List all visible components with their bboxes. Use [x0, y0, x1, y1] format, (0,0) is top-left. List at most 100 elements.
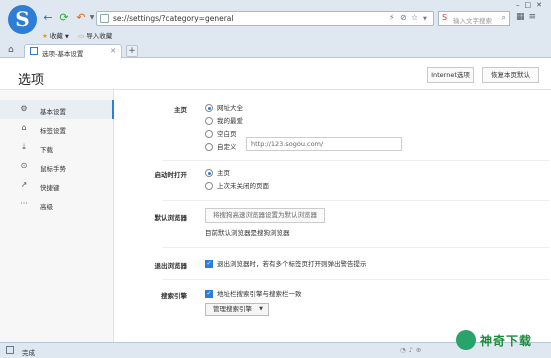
tab-settings[interactable]: 选项-基本设置 ✕ [24, 44, 122, 58]
block-icon[interactable]: ⊘ [400, 13, 407, 22]
tab-icon: ⌂ [21, 123, 27, 132]
shortcut-icon: ↗ [20, 180, 28, 189]
gear-icon: ⚙ [20, 104, 28, 113]
toolbar-icons: ▦≡ [516, 12, 540, 22]
chevron-down-icon: ▼ [64, 34, 69, 40]
tab-label: 选项-基本设置 [42, 50, 84, 58]
dropdown-label: 管理搜索引擎 [213, 305, 252, 313]
search-icon[interactable]: ⌕ [502, 13, 506, 23]
more-icon: ··· [20, 199, 28, 208]
checkbox[interactable]: ✓ [205, 260, 213, 268]
import-favorites-link[interactable]: ▭ 导入收藏 [78, 30, 112, 40]
option-label: 自定义 [217, 143, 237, 151]
option-label: 主页 [217, 169, 230, 177]
search-engine-icon[interactable]: S [442, 13, 447, 22]
tab-bar: ⌂ 选项-基本设置 ✕ + [0, 44, 551, 58]
page-title: 选项 [18, 73, 45, 88]
radio-button[interactable] [205, 169, 213, 177]
import-favorites-label: 导入收藏 [86, 32, 113, 40]
sidebar-item-advanced[interactable]: ··· 高级 [0, 195, 114, 214]
favorites-link[interactable]: ★ 收藏 ▼ [42, 30, 69, 40]
checkbox[interactable]: ✓ [205, 290, 213, 298]
divider [163, 247, 549, 248]
sidebar-item-label: 基本设置 [40, 108, 66, 116]
menu-icon[interactable]: ≡ [529, 12, 541, 22]
chevron-down-icon: ▼ [259, 306, 263, 312]
close-icon[interactable]: ✕ [110, 47, 116, 55]
watermark: 神奇下载 [456, 328, 548, 354]
close-icon[interactable]: ✕ [536, 1, 547, 9]
address-url[interactable]: se://settings/?category=general [113, 14, 233, 23]
custom-homepage-input[interactable]: http://123.sogou.com/ [246, 137, 402, 151]
watermark-logo [456, 330, 476, 350]
search-input[interactable]: 输入文字搜索 [453, 15, 492, 25]
address-dropdown-icon[interactable]: ▼ [423, 16, 427, 22]
default-browser-label: 默认浏览器 [154, 214, 188, 222]
sidebar-item-mouse-gestures[interactable]: ⊙ 鼠标手势 [0, 157, 114, 176]
internet-options-button[interactable]: Internet选项 [427, 67, 474, 83]
divider [163, 160, 549, 161]
option-label: 空白页 [217, 130, 237, 138]
favorites-label: 收藏 [49, 32, 63, 40]
page-icon [100, 14, 109, 23]
sidebar-item-label: 鼠标手势 [40, 165, 66, 173]
set-default-browser-button[interactable]: 将搜狗高速浏览器设置为默认浏览器 [205, 208, 325, 223]
zoom-icon[interactable]: ⊕ [416, 346, 424, 354]
sidebar-item-label: 标签设置 [40, 127, 66, 135]
star-icon[interactable]: ☆ [411, 13, 418, 22]
option-label: 上次未关闭的页面 [217, 182, 269, 190]
option-label: 退出浏览器时，若有多个标签页打开则弹出警告提示 [217, 260, 367, 268]
radio-button[interactable] [205, 117, 213, 125]
radio-button[interactable] [205, 104, 213, 112]
homepage-label: 主页 [174, 106, 187, 114]
settings-content: 主页 网址大全 我的最爱 空白页 自定义 http://123.sogou.co… [115, 90, 551, 342]
sidebar-item-shortcuts[interactable]: ↗ 快捷键 [0, 176, 114, 195]
sidebar-item-basic[interactable]: ⚙ 基本设置 [0, 100, 114, 119]
grid-icon[interactable]: ▦ [516, 12, 529, 22]
sidebar-item-label: 下载 [40, 146, 53, 154]
default-browser-status: 目前默认浏览器是搜狗浏览器 [205, 229, 290, 237]
watermark-text: 神奇下载 [480, 334, 533, 348]
startup-label: 启动时打开 [154, 171, 188, 179]
settings-page-icon [30, 47, 38, 55]
sound-icon[interactable]: ♪ [409, 346, 416, 354]
sidebar-item-tabs[interactable]: ⌂ 标签设置 [0, 119, 114, 138]
back-arrow-icon[interactable]: ← [42, 12, 54, 24]
radio-button[interactable] [205, 182, 213, 190]
download-icon: ⤓ [22, 142, 26, 151]
search-engine-label: 搜索引擎 [161, 292, 187, 300]
status-text: 完成 [22, 349, 35, 357]
address-bar[interactable]: se://settings/?category=general ⚡ ⊘ ☆ ▼ [96, 11, 434, 26]
sogou-logo[interactable]: S [8, 5, 37, 34]
restore-defaults-button[interactable]: 恢复本页默认 [482, 67, 539, 83]
window-controls: –□✕ [516, 1, 547, 9]
divider [163, 200, 549, 201]
speed-icon[interactable]: ◔ [400, 346, 409, 354]
folder-icon: ▭ [78, 32, 85, 40]
minimize-icon[interactable]: – [516, 1, 525, 9]
page-status-icon [6, 346, 14, 354]
sidebar-item-download[interactable]: ⤓ 下载 [0, 138, 114, 157]
manage-search-engines-dropdown[interactable]: 管理搜索引擎 ▼ [205, 303, 269, 316]
divider [163, 279, 549, 280]
browser-toolbar: S ← ⟳ ↶ ▼ se://settings/?category=genera… [0, 0, 551, 58]
status-icons: ◔♪⊕ [400, 346, 424, 354]
option-label: 地址栏搜索引擎与搜索栏一致 [217, 290, 302, 298]
search-box[interactable]: S 输入文字搜索 ⌕ [438, 11, 510, 26]
option-label: 网址大全 [217, 104, 243, 112]
sidebar-item-label: 快捷键 [40, 184, 60, 192]
refresh-icon[interactable]: ⟳ [58, 12, 70, 24]
new-tab-button[interactable]: + [126, 45, 138, 57]
settings-page: 选项 Internet选项 恢复本页默认 ⚙ 基本设置 ⌂ 标签设置 ⤓ 下载 … [0, 58, 551, 342]
mouse-icon: ⊙ [20, 161, 28, 170]
radio-button[interactable] [205, 143, 213, 151]
star-icon: ★ [42, 32, 48, 40]
exit-browser-label: 退出浏览器 [154, 262, 188, 270]
home-icon[interactable]: ⌂ [8, 45, 14, 55]
lightning-icon[interactable]: ⚡ [389, 13, 395, 22]
sidebar-item-label: 高级 [40, 203, 53, 211]
maximize-icon[interactable]: □ [525, 1, 537, 9]
option-label: 我的最爱 [217, 117, 243, 125]
sidebar: ⚙ 基本设置 ⌂ 标签设置 ⤓ 下载 ⊙ 鼠标手势 ↗ 快捷键 ··· 高级 [0, 90, 114, 342]
radio-button[interactable] [205, 130, 213, 138]
